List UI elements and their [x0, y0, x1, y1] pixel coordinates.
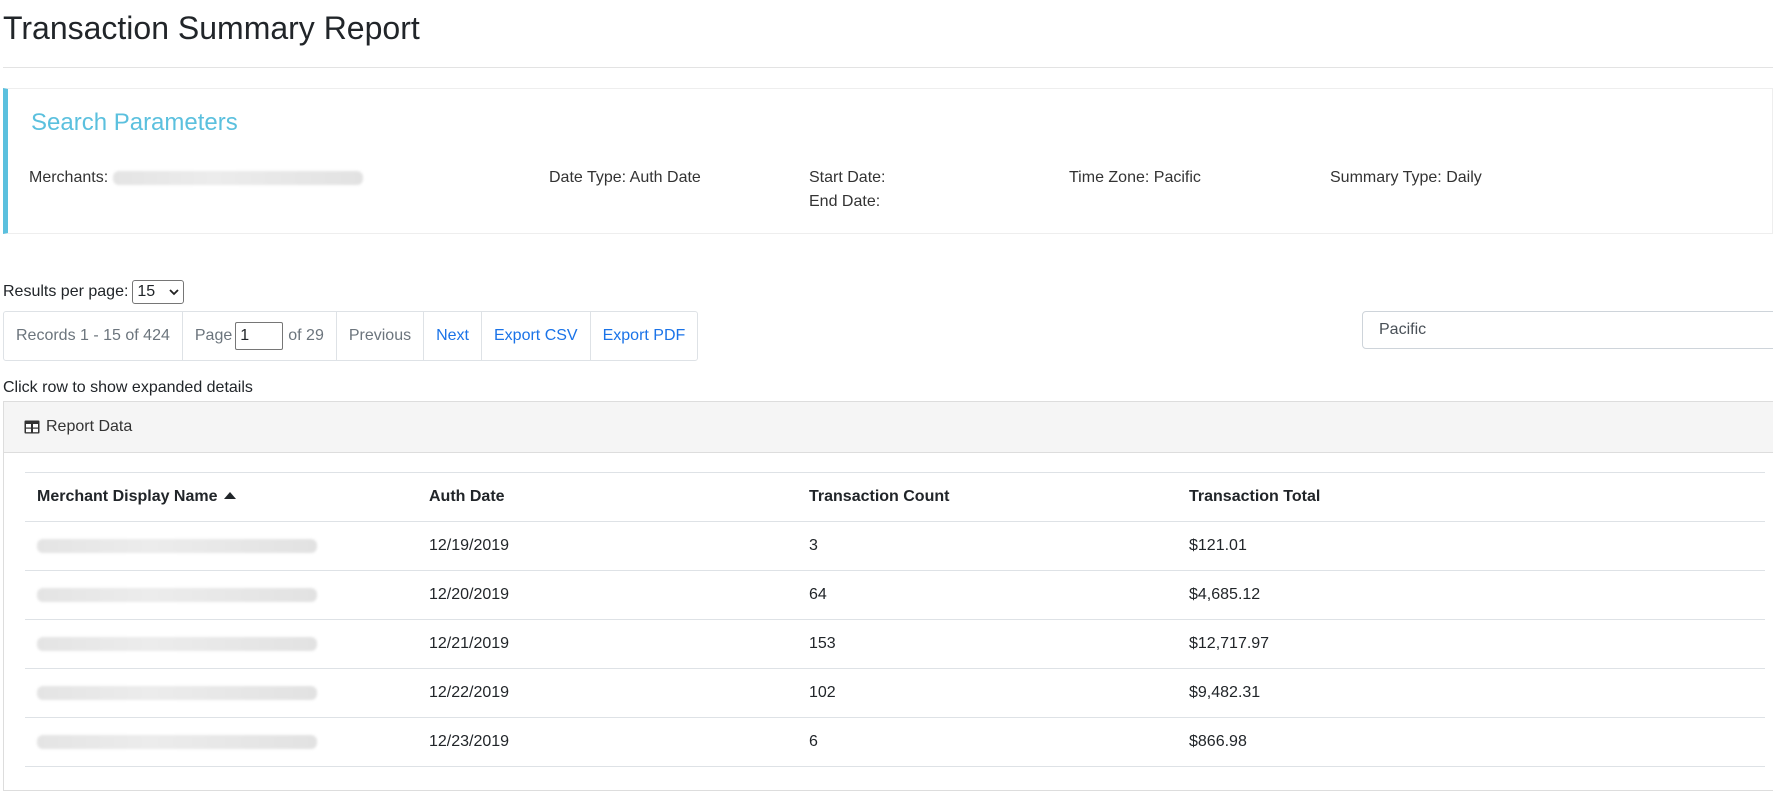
title-divider	[3, 67, 1773, 68]
report-data-header: Report Data	[4, 402, 1773, 453]
merchant-name-redacted	[37, 636, 317, 651]
table-row[interactable]: 12/21/2019 153 $12,717.97	[25, 619, 1765, 669]
merchant-name-redacted	[37, 685, 317, 700]
transaction-count-cell: 3	[797, 521, 1177, 571]
page-total: of 29	[288, 327, 324, 344]
auth-date-cell: 12/22/2019	[417, 668, 797, 718]
param-time-zone: Time Zone: Pacific	[1069, 169, 1201, 186]
export-pdf-button[interactable]: Export PDF	[591, 312, 698, 360]
merchant-cell	[25, 570, 417, 620]
timezone-select[interactable]: Pacific	[1362, 311, 1773, 349]
param-summary-type: Summary Type: Daily	[1330, 169, 1482, 186]
table-row[interactable]: 12/20/2019 64 $4,685.12	[25, 570, 1765, 620]
sort-ascending-icon	[223, 492, 236, 499]
results-per-page: Results per page: 15	[3, 280, 185, 304]
param-date-type: Date Type: Auth Date	[549, 169, 701, 186]
merchants-label: Merchants:	[29, 169, 109, 186]
results-per-page-label: Results per page:	[3, 283, 129, 300]
page-title: Transaction Summary Report	[3, 10, 420, 46]
merchant-name-redacted	[37, 734, 317, 749]
auth-date-cell: 12/23/2019	[417, 717, 797, 767]
merchant-name-redacted	[112, 170, 363, 185]
param-start-date: Start Date:	[809, 169, 886, 186]
merchant-cell	[25, 668, 417, 718]
report-data-card: Report Data Merchant Display Name Auth D…	[3, 401, 1773, 791]
pagination-bar: Records 1 - 15 of 424 Page of 29 Previou…	[3, 311, 699, 361]
previous-button[interactable]: Previous	[337, 312, 425, 360]
results-per-page-select[interactable]: 15	[132, 280, 185, 304]
next-button[interactable]: Next	[424, 312, 482, 360]
merchant-name-redacted	[37, 587, 317, 602]
chevron-down-icon	[169, 288, 180, 295]
transaction-total-cell: $4,685.12	[1177, 570, 1765, 620]
column-header-transaction-total[interactable]: Transaction Total	[1177, 472, 1765, 522]
table-row[interactable]: 12/23/2019 6 $866.98	[25, 717, 1765, 767]
page-label: Page	[194, 327, 233, 344]
merchant-cell	[25, 619, 417, 669]
timezone-select-value: Pacific	[1379, 321, 1427, 338]
page-number-input[interactable]	[235, 322, 284, 350]
table-row[interactable]: 12/22/2019 102 $9,482.31	[25, 668, 1765, 718]
column-header-auth-date[interactable]: Auth Date	[417, 472, 797, 522]
transaction-total-cell: $121.01	[1177, 521, 1765, 571]
auth-date-cell: 12/20/2019	[417, 570, 797, 620]
param-merchants: Merchants:	[29, 166, 363, 190]
column-header-merchant-label: Merchant Display Name	[37, 488, 218, 505]
click-row-hint: Click row to show expanded details	[3, 379, 253, 396]
merchant-cell	[25, 717, 417, 767]
export-csv-button[interactable]: Export CSV	[482, 312, 591, 360]
merchant-cell	[25, 521, 417, 571]
results-per-page-value: 15	[137, 283, 156, 300]
page-jump: Page of 29	[183, 312, 337, 360]
search-parameters-title: Search Parameters	[31, 109, 238, 136]
transaction-count-cell: 64	[797, 570, 1177, 620]
auth-date-cell: 12/21/2019	[417, 619, 797, 669]
column-header-transaction-count[interactable]: Transaction Count	[797, 472, 1177, 522]
transaction-total-cell: $866.98	[1177, 717, 1765, 767]
search-parameters-panel: Search Parameters Merchants: Date Type: …	[3, 88, 1773, 234]
transaction-count-cell: 102	[797, 668, 1177, 718]
param-dates: Start Date: End Date:	[809, 166, 885, 214]
param-end-date: End Date:	[809, 193, 881, 210]
transaction-total-cell: $9,482.31	[1177, 668, 1765, 718]
transaction-count-cell: 153	[797, 619, 1177, 669]
report-table: Merchant Display Name Auth Date Transact…	[25, 472, 1765, 767]
transaction-count-cell: 6	[797, 717, 1177, 767]
table-row[interactable]: 12/19/2019 3 $121.01	[25, 521, 1765, 571]
column-header-merchant[interactable]: Merchant Display Name	[25, 472, 417, 522]
table-header-row: Merchant Display Name Auth Date Transact…	[25, 472, 1765, 522]
merchant-name-redacted	[37, 538, 317, 553]
auth-date-cell: 12/19/2019	[417, 521, 797, 571]
records-count: Records 1 - 15 of 424	[4, 312, 183, 360]
transaction-total-cell: $12,717.97	[1177, 619, 1765, 669]
report-data-title: Report Data	[46, 418, 133, 435]
table-icon	[24, 420, 40, 434]
